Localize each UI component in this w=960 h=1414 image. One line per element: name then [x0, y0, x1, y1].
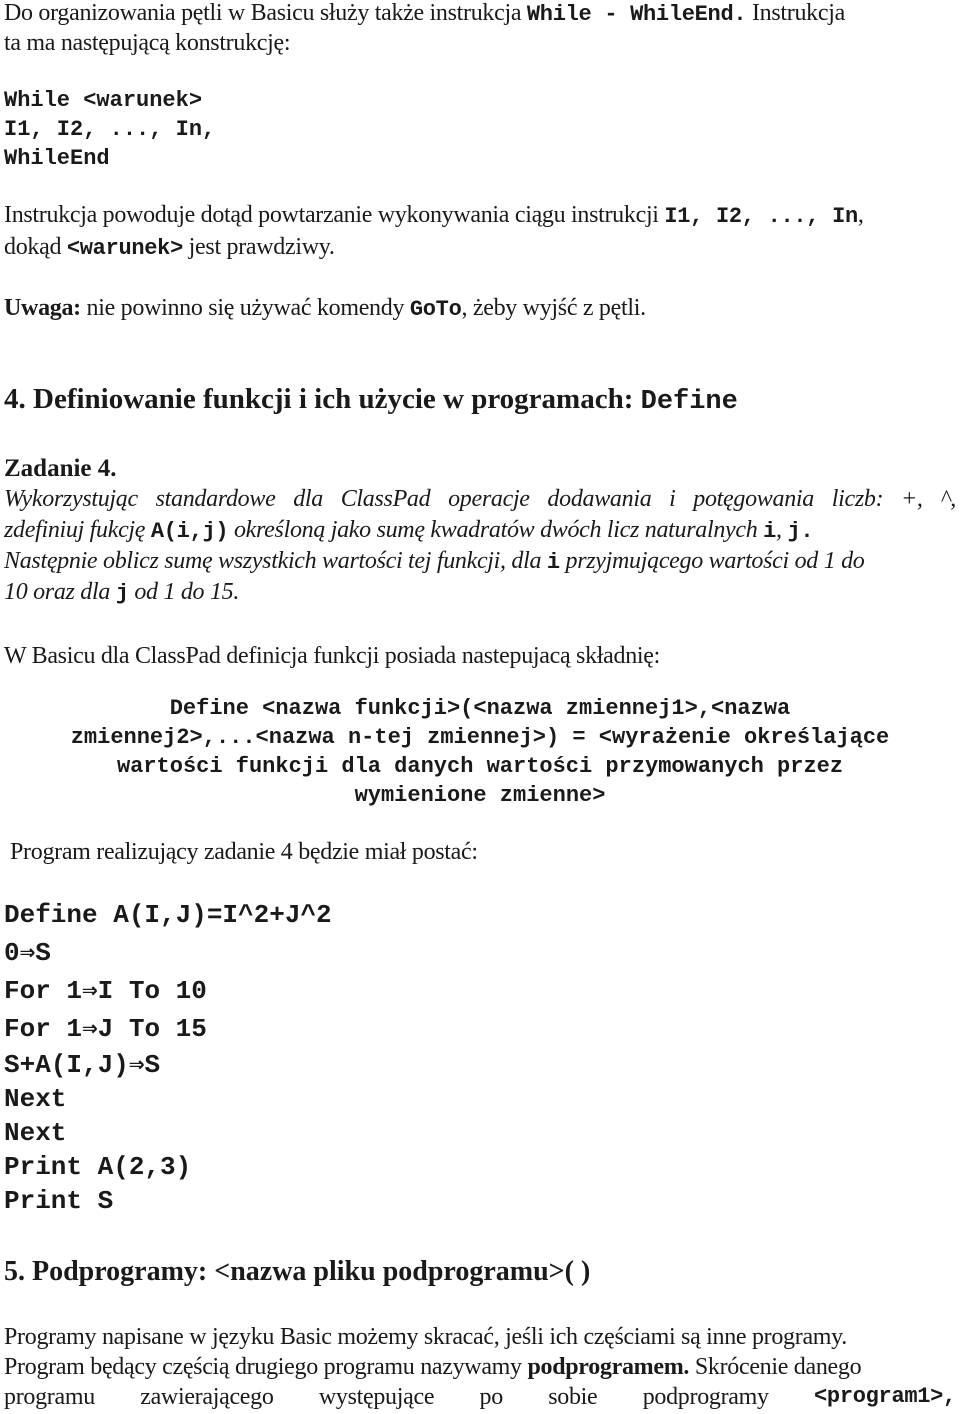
intro-line-2: ta ma następującą konstrukcję:	[4, 30, 291, 56]
while-syntax-line: I1, I2, ..., In,	[4, 117, 216, 142]
word: operacje	[448, 486, 530, 512]
intro-text: Do organizowania pętli w Basicu służy ta…	[4, 0, 527, 26]
word: +,	[901, 486, 923, 512]
word: i	[669, 486, 676, 512]
word: potęgowania	[693, 486, 814, 512]
program-line: For 1⇒I To 10	[4, 976, 207, 1006]
sub-text: Skrócenie danego	[689, 1354, 862, 1380]
task-text: ,	[776, 517, 788, 543]
define-syntax-line: wymienione zmienne>	[354, 783, 606, 808]
define-syntax-line: Define <nazwa funkcji>(<nazwa zmiennej1>…	[169, 696, 791, 721]
task-line-2: zdefiniuj fukcję A(i,j) określoną jako s…	[4, 517, 814, 544]
goto-code: GoTo	[409, 297, 462, 322]
sub-line-2: Program będący częścią drugiego programu…	[4, 1354, 862, 1381]
program-intro: Program realizujący zadanie 4 będzie mia…	[10, 839, 478, 865]
while-code: While - WhileEnd.	[526, 2, 747, 27]
function-code: A(i,j)	[150, 519, 229, 544]
program-line: Print A(2,3)	[4, 1152, 192, 1182]
condition-code: <warunek>	[66, 236, 183, 261]
task-text: określoną jako sumę kwadratów dwóch licz…	[228, 517, 764, 543]
program-line: For 1⇒J To 15	[4, 1014, 207, 1044]
sub-line-3: programu zawierającego występujące po so…	[4, 1384, 956, 1411]
program-line: Next	[4, 1118, 67, 1148]
program-listing: Define A(I,J)=I^2+J^2 0⇒S For 1⇒I To 10 …	[4, 896, 332, 1218]
word: zawierającego	[140, 1384, 274, 1410]
word: dla	[293, 486, 323, 512]
note: Uwaga: nie powinno się używać komendy Go…	[4, 295, 646, 322]
var-j-code: j.	[787, 519, 814, 544]
program-line: Next	[4, 1084, 67, 1114]
task-text: przyjmującego wartości od 1 do	[559, 548, 865, 574]
syntax-intro: W Basicu dla ClassPad definicja funkcji …	[4, 643, 661, 669]
explain-text: Instrukcja powoduje dotąd powtarzanie wy…	[4, 202, 665, 228]
word: podprogramy	[642, 1384, 769, 1410]
while-syntax-line: WhileEnd	[4, 146, 110, 171]
section-4-heading: 4. Definiowanie funkcji i ich użycie w p…	[4, 383, 738, 417]
word: sobie	[548, 1384, 598, 1410]
subprogram-term: podprogramem.	[527, 1354, 690, 1380]
define-syntax-line: zmiennej2>,...<nazwa n-tej zmiennej>) = …	[70, 725, 890, 750]
section-number: 5.	[4, 1256, 25, 1287]
program-line: S+A(I,J)⇒S	[4, 1050, 161, 1080]
sub-text: Program będący częścią drugiego programu…	[4, 1354, 528, 1380]
word: ^,	[940, 486, 956, 512]
var-i-code: i	[763, 519, 777, 544]
section-title: Podprogramy: <nazwa pliku podprogramu>( …	[32, 1256, 591, 1287]
task-title: Zadanie 4.	[4, 455, 117, 482]
var-i-code: i	[546, 550, 560, 575]
var-j-code: j	[115, 581, 129, 606]
task-text: Następnie oblicz sumę wszystkich wartośc…	[4, 548, 547, 574]
note-text: nie powinno się używać komendy	[80, 295, 410, 321]
intro-tail: Instrukcja	[746, 0, 845, 26]
instructions-code: I1, I2, ..., In	[664, 204, 858, 229]
note-label: Uwaga:	[4, 295, 81, 321]
task-text: od 1 do 15.	[128, 579, 240, 605]
word: programu	[4, 1384, 95, 1410]
define-code: Define	[640, 387, 738, 417]
task-line-4: 10 oraz dla j od 1 do 15.	[4, 579, 239, 606]
explain-text: dokąd	[4, 234, 67, 260]
program-line: Define A(I,J)=I^2+J^2	[4, 900, 332, 930]
word: standardowe	[155, 486, 276, 512]
section-title: Definiowanie funkcji i ich użycie w prog…	[33, 383, 641, 415]
task-line-3: Następnie oblicz sumę wszystkich wartośc…	[4, 548, 865, 575]
explain-tail: ,	[857, 202, 864, 228]
word: ClassPad	[340, 486, 431, 512]
word: dodawania	[547, 486, 652, 512]
explain-tail: jest prawdziwy.	[182, 234, 335, 260]
program-line: 0⇒S	[4, 938, 51, 968]
word: Wykorzystując	[4, 486, 138, 512]
section-5-heading: 5. Podprogramy: <nazwa pliku podprogramu…	[4, 1256, 590, 1288]
explain-line-2: dokąd <warunek> jest prawdziwy.	[4, 234, 335, 261]
sub-line-1: Programy napisane w języku Basic możemy …	[4, 1324, 848, 1350]
word: po	[479, 1384, 504, 1410]
while-syntax-block: While <warunek> I1, I2, ..., In, WhileEn…	[4, 86, 215, 173]
intro-line-1: Do organizowania pętli w Basicu służy ta…	[4, 0, 845, 27]
program-line: Print S	[4, 1186, 114, 1216]
while-syntax-line: While <warunek>	[4, 88, 203, 113]
define-syntax-line: wartości funkcji dla danych wartości prz…	[116, 754, 844, 779]
word: występujące	[318, 1384, 435, 1410]
task-text: 10 oraz dla	[4, 579, 116, 605]
note-tail: , żeby wyjść z pętli.	[461, 295, 646, 321]
define-syntax-block: Define <nazwa funkcji>(<nazwa zmiennej1>…	[4, 694, 956, 810]
task-line-1: Wykorzystując standardowe dla ClassPad o…	[4, 486, 956, 513]
program1-code: <program1>,	[814, 1384, 956, 1409]
explain-line-1: Instrukcja powoduje dotąd powtarzanie wy…	[4, 202, 864, 229]
word: liczb:	[831, 486, 884, 512]
task-text: zdefiniuj fukcję	[4, 517, 151, 543]
section-number: 4.	[4, 383, 26, 415]
